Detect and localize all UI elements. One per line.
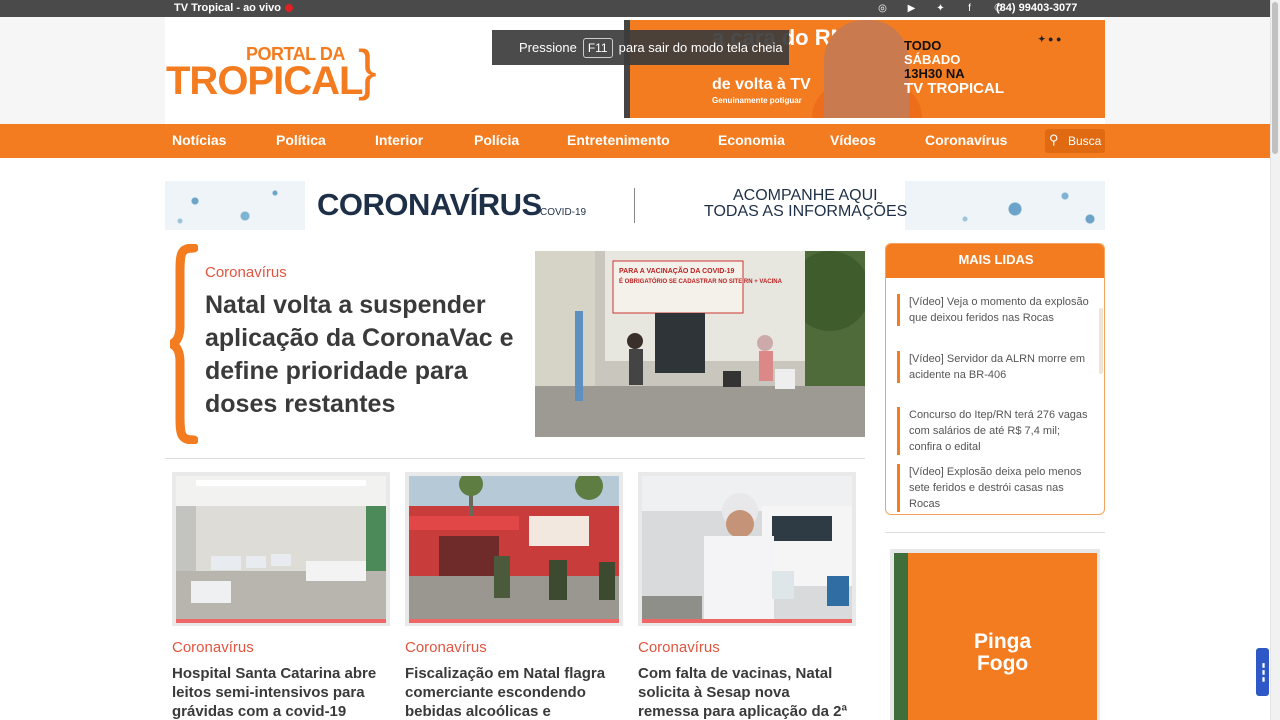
logo-tropical-text: TROPICAL — [166, 59, 363, 103]
instagram-icon[interactable]: ◎ — [876, 2, 889, 15]
card-accent-bar — [176, 619, 386, 623]
twitter-icon[interactable]: ✦ — [934, 2, 947, 15]
covid-banner-subtitle: COVID-19 — [540, 207, 587, 218]
covid-banner-separator — [634, 188, 635, 223]
section-divider — [165, 458, 865, 459]
pinga-fogo-line1: Pinga — [974, 630, 1032, 653]
banner-sponsor-logos-icon: ✦ ● ● — [1038, 34, 1062, 44]
banner-schedule-t3: 13H30 NA — [904, 66, 965, 81]
pinga-fogo-logo: Pinga Fogo — [974, 631, 1031, 675]
fullscreen-exit-toast: Pressione F11 para sair do modo tela che… — [492, 30, 789, 65]
card-photo — [176, 476, 386, 619]
inspection-photo — [409, 476, 619, 619]
news-card-3-image[interactable] — [638, 472, 856, 632]
featured-headline[interactable]: Natal volta a suspender aplicação da Cor… — [205, 289, 535, 421]
nav-item-interior[interactable]: Interior — [375, 124, 423, 158]
youtube-icon[interactable]: ▶ — [905, 2, 918, 15]
floating-widget-tab[interactable]: ▮▮▮ — [1256, 648, 1269, 696]
nav-item-noticias[interactable]: Notícias — [172, 124, 226, 158]
live-indicator-icon — [284, 4, 293, 13]
pinga-fogo-ad[interactable]: Pinga Fogo — [890, 549, 1100, 720]
nav-item-entretenimento[interactable]: Entretenimento — [567, 124, 670, 158]
nav-item-politica[interactable]: Política — [276, 124, 326, 158]
most-read-item[interactable]: [Vídeo] Servidor da ALRN morre em aciden… — [897, 351, 1092, 383]
most-read-item[interactable]: [Vídeo] Explosão deixa pelo menos sete f… — [897, 464, 1092, 512]
nav-item-videos[interactable]: Vídeos — [830, 124, 876, 158]
featured-category[interactable]: Coronavírus — [205, 264, 287, 281]
sidebar-divider — [885, 532, 1105, 533]
featured-image[interactable]: PARA A VACINAÇÃO DA COVID-19 É OBRIGATÓR… — [535, 251, 865, 437]
card-2-category[interactable]: Coronavírus — [405, 639, 487, 656]
most-read-widget: MAIS LIDAS [Vídeo] Veja o momento da exp… — [885, 243, 1105, 515]
live-tv-link[interactable]: TV Tropical - ao vivo — [174, 1, 293, 15]
card-3-headline[interactable]: Com falta de vacinas, Natal solicita à S… — [638, 664, 853, 720]
coronavirus-info-banner[interactable]: CORONAVÍRUS COVID-19 ACOMPANHE AQUI TODA… — [165, 181, 1105, 230]
logo-brace-icon: } — [358, 38, 377, 101]
news-card-2-image[interactable] — [405, 472, 623, 632]
whatsapp-phone[interactable]: (84) 99403-3077 — [996, 1, 1077, 15]
toast-text-after: para sair do modo tela cheia — [618, 40, 783, 55]
virus-pattern-left — [165, 181, 305, 230]
most-read-header: MAIS LIDAS — [886, 244, 1104, 278]
leaf-decoration — [894, 553, 908, 720]
covid-banner-title: CORONAVÍRUS — [317, 187, 542, 222]
card-2-headline[interactable]: Fiscalização em Natal flagra comerciante… — [405, 664, 620, 720]
card-3-category[interactable]: Coronavírus — [638, 639, 720, 656]
search-icon[interactable]: ⚲ — [1049, 132, 1059, 148]
featured-sign-text-1: PARA A VACINAÇÃO DA COVID-19 — [619, 266, 734, 275]
pinga-fogo-panel: Pinga Fogo — [894, 553, 1097, 720]
card-photo — [409, 476, 619, 619]
nav-item-policia[interactable]: Polícia — [474, 124, 519, 158]
banner-schedule-t4: TV TROPICAL — [904, 80, 1004, 97]
banner-tagline: Genuinamente potiguar — [712, 96, 802, 105]
featured-sign-text-2: É OBRIGATÓRIO SE CADASTRAR NO SITE RN + … — [619, 277, 783, 285]
feature-brace-icon — [170, 244, 198, 444]
portal-tropical-logo[interactable]: PORTAL DA TROPICAL } — [166, 38, 377, 103]
social-links: ◎ ▶ ✦ f ✆ — [876, 2, 1005, 15]
most-read-item[interactable]: Concurso do Itep/RN terá 276 vagas com s… — [897, 407, 1092, 455]
hospital-ward-photo — [176, 476, 386, 619]
covid-banner-cta-line2: TODAS AS INFORMAÇÕES — [704, 203, 908, 220]
card-accent-bar — [409, 619, 619, 623]
card-photo — [642, 476, 852, 619]
facebook-icon[interactable]: f — [963, 2, 976, 15]
nav-item-coronavirus[interactable]: Coronavírus — [925, 124, 1007, 158]
banner-schedule-t1: TODO — [904, 38, 942, 53]
search-input[interactable]: ⚲ Busca — [1045, 129, 1105, 153]
news-card-1-image[interactable] — [172, 472, 390, 632]
featured-photo-illustration: PARA A VACINAÇÃO DA COVID-19 É OBRIGATÓR… — [535, 251, 865, 437]
search-placeholder: Busca — [1068, 134, 1102, 148]
pinga-fogo-line2: Fogo — [976, 652, 1029, 675]
banner-line2: de volta à TV — [712, 76, 811, 93]
nav-item-economia[interactable]: Economia — [718, 124, 785, 158]
most-read-item[interactable]: [Vídeo] Veja o momento da explosão que d… — [897, 294, 1092, 326]
banner-schedule-t2: SÁBADO — [904, 52, 961, 67]
card-1-category[interactable]: Coronavírus — [172, 639, 254, 656]
scrollbar-thumb[interactable] — [1272, 2, 1278, 154]
toast-key: F11 — [582, 37, 613, 58]
live-label[interactable]: TV Tropical - ao vivo — [174, 2, 281, 14]
vaccination-photo — [642, 476, 852, 619]
most-read-scrollbar[interactable] — [1099, 308, 1103, 374]
card-accent-bar — [642, 619, 852, 623]
card-1-headline[interactable]: Hospital Santa Catarina abre leitos semi… — [172, 664, 387, 720]
toast-text-before: Pressione — [519, 40, 577, 55]
banner-schedule: TODO SÁBADO 13H30 NA TV TROPICAL — [894, 30, 1044, 115]
top-bar: TV Tropical - ao vivo ◎ ▶ ✦ f ✆ (84) 994… — [0, 0, 1270, 17]
virus-pattern-right — [905, 181, 1105, 230]
